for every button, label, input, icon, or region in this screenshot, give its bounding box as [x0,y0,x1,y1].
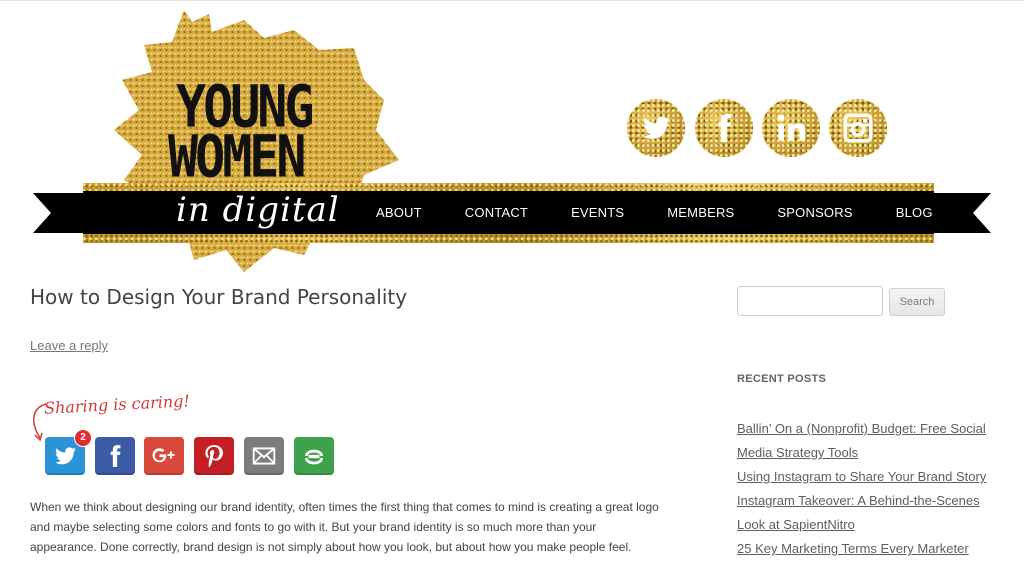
logo-script-in-digital: in digital [176,190,340,230]
social-linkedin-link[interactable] [762,99,820,157]
twitter-share-count-badge: 2 [74,429,92,447]
nav-item-members[interactable]: MEMBERS [667,205,734,220]
share-more-icon [305,449,323,465]
nav-item-about[interactable]: ABOUT [376,205,422,220]
nav-item-blog[interactable]: BLOG [896,205,933,220]
search-input[interactable] [737,286,883,316]
recent-post-link[interactable]: Ballin’ On a (Nonprofit) Budget: Free So… [737,417,997,465]
leave-reply-link[interactable]: Leave a reply [30,338,108,353]
list-item: Ballin’ On a (Nonprofit) Budget: Free So… [737,417,997,465]
recent-posts-heading: RECENT POSTS [737,373,827,385]
list-item: Instagram Takeover: A Behind-the-Scenes … [737,489,997,537]
linkedin-icon [777,114,806,141]
share-more-button[interactable] [294,437,334,475]
share-pinterest-button[interactable] [194,437,234,475]
share-google-plus-button[interactable] [144,437,184,475]
twitter-icon [55,447,76,465]
nav-item-events[interactable]: EVENTS [571,205,624,220]
social-twitter-link[interactable] [627,99,685,157]
logo-text-women: WOMEN [168,123,307,191]
google-plus-icon [152,448,175,463]
site-header: YOUNG WOMEN in digital ABOUT CONTACT EVE… [0,0,1024,280]
list-item: 25 Key Marketing Terms Every Marketer [737,537,997,561]
share-facebook-button[interactable] [95,437,135,475]
pinterest-icon [205,445,223,468]
search-button[interactable]: Search [889,288,945,316]
list-item: Using Instagram to Share Your Brand Stor… [737,465,997,489]
share-email-button[interactable] [244,437,284,475]
post-title: How to Design Your Brand Personality [30,285,408,309]
recent-post-link[interactable]: Using Instagram to Share Your Brand Stor… [737,465,997,489]
recent-post-link[interactable]: Instagram Takeover: A Behind-the-Scenes … [737,489,997,537]
nav-item-contact[interactable]: CONTACT [465,205,528,220]
email-icon [252,447,276,465]
nav-item-sponsors[interactable]: SPONSORS [777,205,852,220]
sharing-caring-label: Sharing is caring! [43,391,191,418]
twitter-icon [643,116,671,139]
main-nav: ABOUT CONTACT EVENTS MEMBERS SPONSORS BL… [376,191,976,234]
facebook-icon [718,113,732,143]
facebook-icon [110,445,121,467]
social-instagram-link[interactable] [829,99,887,157]
recent-posts-list: Ballin’ On a (Nonprofit) Budget: Free So… [737,417,997,561]
post-body-paragraph: When we think about designing our brand … [30,500,659,554]
social-facebook-link[interactable] [695,99,753,157]
recent-post-link[interactable]: 25 Key Marketing Terms Every Marketer [737,537,997,561]
instagram-icon [843,113,873,143]
